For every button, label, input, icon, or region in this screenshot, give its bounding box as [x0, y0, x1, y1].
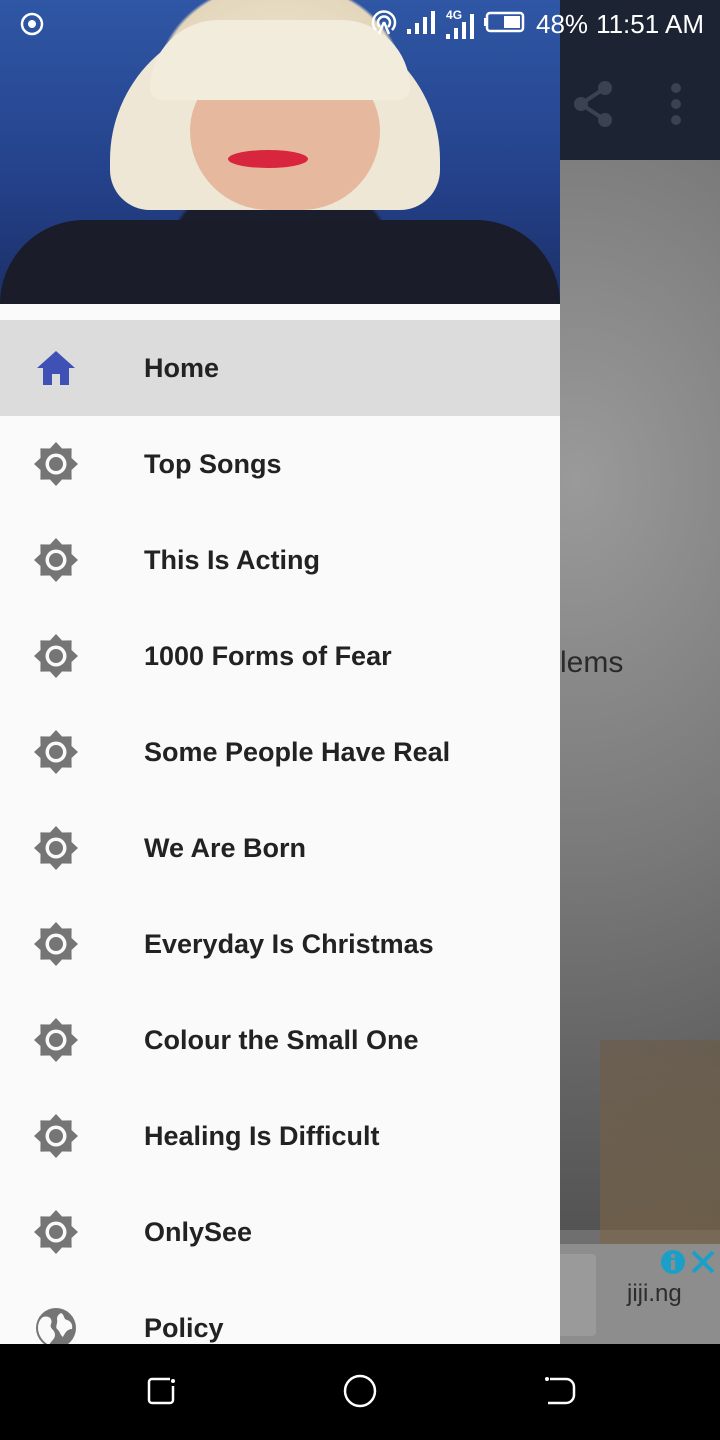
globe-icon	[33, 1305, 79, 1344]
menu-item-onlysee[interactable]: OnlySee	[0, 1184, 560, 1280]
status-bar: 4G 48% 11:51 AM	[0, 0, 720, 48]
brightness-icon	[33, 537, 79, 583]
brightness-icon	[33, 1017, 79, 1063]
ad-banner[interactable]: jiji.ng	[560, 1244, 720, 1344]
menu-item-label: Policy	[144, 1313, 224, 1343]
ad-card	[560, 1254, 596, 1336]
battery-percent: 48%	[536, 8, 589, 39]
menu-item-colour-the-small-one[interactable]: Colour the Small One	[0, 992, 560, 1088]
ad-text: jiji.ng	[627, 1280, 682, 1307]
back-icon[interactable]	[542, 1374, 576, 1413]
menu-item-label: OnlySee	[144, 1217, 253, 1247]
recent-apps-icon[interactable]	[144, 1374, 178, 1413]
menu-item-this-is-acting[interactable]: This Is Acting	[0, 512, 560, 608]
brightness-icon	[33, 729, 79, 775]
close-icon[interactable]	[690, 1248, 716, 1281]
menu-item-label: Colour the Small One	[144, 1025, 419, 1055]
menu-item-label: We Are Born	[144, 833, 307, 863]
brightness-icon	[33, 441, 79, 487]
menu-item-top-songs[interactable]: Top Songs	[0, 416, 560, 512]
home-icon	[33, 345, 79, 391]
signal-icon	[406, 9, 436, 40]
menu-item-label: Home	[144, 353, 220, 383]
menu-item-we-are-born[interactable]: We Are Born	[0, 800, 560, 896]
brightness-icon	[33, 1209, 79, 1255]
hotspot-icon	[370, 8, 398, 41]
more-vert-icon[interactable]	[664, 80, 688, 133]
brightness-icon	[33, 633, 79, 679]
menu-item-label: Some People Have Real	[144, 737, 451, 767]
menu-item-healing-is-difficult[interactable]: Healing Is Difficult	[0, 1088, 560, 1184]
signal-4g-icon: 4G	[444, 8, 476, 40]
navigation-drawer: Home Top Songs This Is Acting 1000 Forms…	[0, 0, 560, 1344]
status-icons: 4G 48% 11:51 AM	[370, 0, 704, 48]
menu-item-some-people-have-real[interactable]: Some People Have Real	[0, 704, 560, 800]
home-circle-icon[interactable]	[343, 1374, 377, 1413]
battery-icon	[484, 10, 528, 39]
menu-item-1000-forms-of-fear[interactable]: 1000 Forms of Fear	[0, 608, 560, 704]
content-title: lems	[560, 646, 624, 679]
brightness-icon	[33, 921, 79, 967]
menu-item-label: Top Songs	[144, 449, 282, 479]
system-nav-bar	[0, 1344, 720, 1440]
info-icon[interactable]	[659, 1248, 687, 1281]
menu-item-everyday-is-christmas[interactable]: Everyday Is Christmas	[0, 896, 560, 992]
brightness-icon	[33, 1113, 79, 1159]
focus-icon	[20, 12, 44, 41]
menu-item-label: Everyday Is Christmas	[144, 929, 434, 959]
share-icon[interactable]	[572, 80, 614, 133]
brightness-icon	[33, 825, 79, 871]
drawer-menu: Home Top Songs This Is Acting 1000 Forms…	[0, 320, 560, 1344]
menu-item-home[interactable]: Home	[0, 320, 560, 416]
menu-item-policy[interactable]: Policy	[0, 1280, 560, 1344]
menu-item-label: Healing Is Difficult	[144, 1121, 380, 1151]
menu-item-label: This Is Acting	[144, 545, 321, 575]
clock: 11:51 AM	[596, 8, 704, 39]
menu-item-label: 1000 Forms of Fear	[144, 641, 392, 671]
